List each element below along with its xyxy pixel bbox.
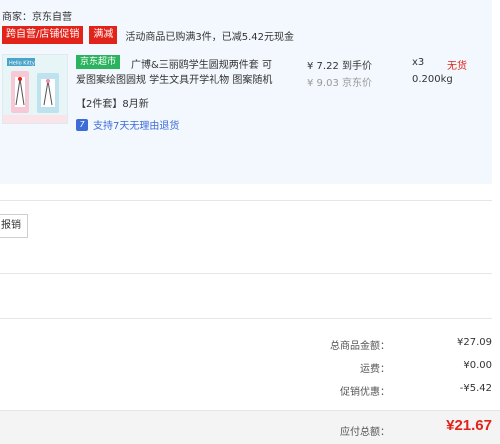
promo-tag-cross-store: 跨自营/店铺促销 [2,26,84,44]
return-policy-text: 支持7天无理由退货 [93,121,180,132]
return-7day-icon: 7 [76,118,88,131]
payable-bar: 应付总额： ¥21.67 [0,410,500,444]
compass-set-thumbnail-icon: Hello Kitty [3,55,67,123]
divider [0,273,492,274]
discount-value: -¥5.42 [459,383,492,394]
jd-price: ¥ 9.03 京东价 [307,78,372,89]
total-amount-value: ¥27.09 [457,337,492,348]
jd-supermarket-badge: 京东超市 [76,55,121,69]
promo-tag-full-reduction: 满减 [89,26,118,44]
discount-label: 促销优惠： [340,387,390,398]
promo-description: 活动商品已购满3件，已减5.42元现金 [125,31,295,43]
divider [0,318,492,319]
quantity: x3 [412,57,425,68]
payable-label: 应付总额： [340,427,390,438]
return-policy-row: 7 支持7天无理由退货 [76,117,179,132]
payable-value: ¥21.67 [446,417,492,434]
stock-status: 无货 [447,61,467,72]
reimburse-button[interactable]: 报销 [0,214,28,238]
shipping-label: 运费： [360,364,390,375]
product-title-line1[interactable]: 广博&三丽鸥学生圆规两件套 可 [131,56,279,71]
total-amount-label: 总商品金额： [330,341,390,352]
thumb-banner-text: Hello Kitty [9,61,35,67]
product-title-line2[interactable]: 爱图案绘图圆规 学生文具开学礼物 图案随机 [76,71,286,86]
weight: 0.200kg [412,74,453,85]
order-item-block: 商家：京东自营 跨自营/店铺促销 满减 活动商品已购满3件，已减5.42元现金 … [0,0,492,184]
product-spec: 【2件套】8月新 [76,99,149,110]
promo-row: 跨自营/店铺促销 满减 活动商品已购满3件，已减5.42元现金 [2,26,294,44]
merchant-label: 商家：京东自营 [2,12,72,23]
final-price: ¥ 7.22 到手价 [307,61,372,72]
product-thumbnail[interactable]: Hello Kitty [2,54,68,124]
shipping-value: ¥0.00 [463,360,492,371]
divider [0,200,492,201]
